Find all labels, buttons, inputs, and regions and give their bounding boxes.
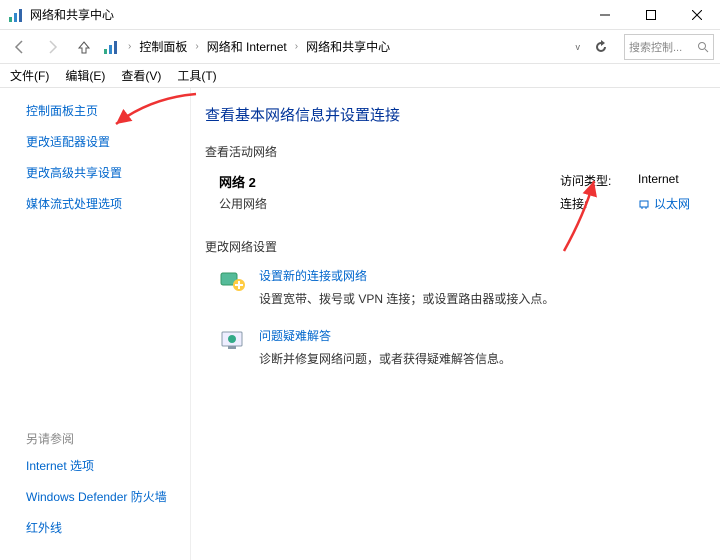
breadcrumb[interactable]: › 控制面板 › 网络和 Internet › 网络和共享中心 [124,36,570,57]
network-block: 网络 2 公用网络 访问类型: Internet 连接: 以太网 [219,172,690,212]
window-title: 网络和共享中心 [30,6,582,23]
menu-file[interactable]: 文件(F) [10,67,49,84]
task2-desc: 诊断并修复网络问题，或者获得疑难解答信息。 [259,350,511,367]
forward-button[interactable] [38,34,66,60]
breadcrumb-item[interactable]: 控制面板 [137,36,189,57]
sidebar: 控制面板主页 更改适配器设置 更改高级共享设置 媒体流式处理选项 另请参阅 In… [0,88,190,560]
connection-label: 连接: [560,195,620,212]
sidebar-link-advanced[interactable]: 更改高级共享设置 [26,164,190,181]
menu-edit[interactable]: 编辑(E) [65,67,105,84]
access-type-value: Internet [638,172,679,189]
new-connection-icon [219,267,247,295]
active-networks-label: 查看活动网络 [205,143,690,160]
sidebar-link-defender[interactable]: Windows Defender 防火墙 [26,488,190,505]
navbar: › 控制面板 › 网络和 Internet › 网络和共享中心 v 搜索控制..… [0,30,720,64]
connection-value: 以太网 [654,195,690,212]
menu-view[interactable]: 查看(V) [121,67,161,84]
chevron-right-icon: › [295,41,298,52]
main-content: 查看基本网络信息并设置连接 查看活动网络 网络 2 公用网络 访问类型: Int… [190,88,720,560]
location-icon [102,38,120,56]
ethernet-icon [638,198,650,210]
sidebar-link-infrared[interactable]: 红外线 [26,519,190,536]
menu-tools[interactable]: 工具(T) [177,67,216,84]
task-new-connection[interactable]: 设置新的连接或网络 设置宽带、拨号或 VPN 连接；或设置路由器或接入点。 [219,267,690,307]
chevron-right-icon: › [195,41,198,52]
refresh-button[interactable] [588,34,614,60]
back-button[interactable] [6,34,34,60]
connection-link[interactable]: 以太网 [638,195,690,212]
change-settings-label: 更改网络设置 [205,238,690,255]
task2-title: 问题疑难解答 [259,327,511,344]
sidebar-link-home[interactable]: 控制面板主页 [26,102,190,119]
sidebar-link-adapter[interactable]: 更改适配器设置 [26,133,190,150]
network-name: 网络 2 [219,172,560,191]
menubar: 文件(F) 编辑(E) 查看(V) 工具(T) [0,64,720,88]
up-button[interactable] [70,34,98,60]
task1-title: 设置新的连接或网络 [259,267,554,284]
breadcrumb-item[interactable]: 网络和 Internet [205,36,289,57]
titlebar: 网络和共享中心 [0,0,720,30]
minimize-button[interactable] [582,0,628,30]
page-heading: 查看基本网络信息并设置连接 [205,104,690,125]
chevron-right-icon: › [128,41,131,52]
task-troubleshoot[interactable]: 问题疑难解答 诊断并修复网络问题，或者获得疑难解答信息。 [219,327,690,367]
access-type-label: 访问类型: [560,172,620,189]
troubleshoot-icon [219,327,247,355]
task1-desc: 设置宽带、拨号或 VPN 连接；或设置路由器或接入点。 [259,290,554,307]
network-type: 公用网络 [219,195,560,212]
close-button[interactable] [674,0,720,30]
see-also-header: 另请参阅 [26,430,190,447]
breadcrumb-item[interactable]: 网络和共享中心 [304,36,392,57]
search-input[interactable]: 搜索控制... [624,34,714,60]
search-placeholder: 搜索控制... [629,39,697,55]
maximize-button[interactable] [628,0,674,30]
sidebar-link-media[interactable]: 媒体流式处理选项 [26,195,190,212]
app-icon [8,7,24,23]
sidebar-link-internet-options[interactable]: Internet 选项 [26,457,190,474]
search-icon [697,41,709,53]
chevron-down-icon[interactable]: v [576,42,581,52]
